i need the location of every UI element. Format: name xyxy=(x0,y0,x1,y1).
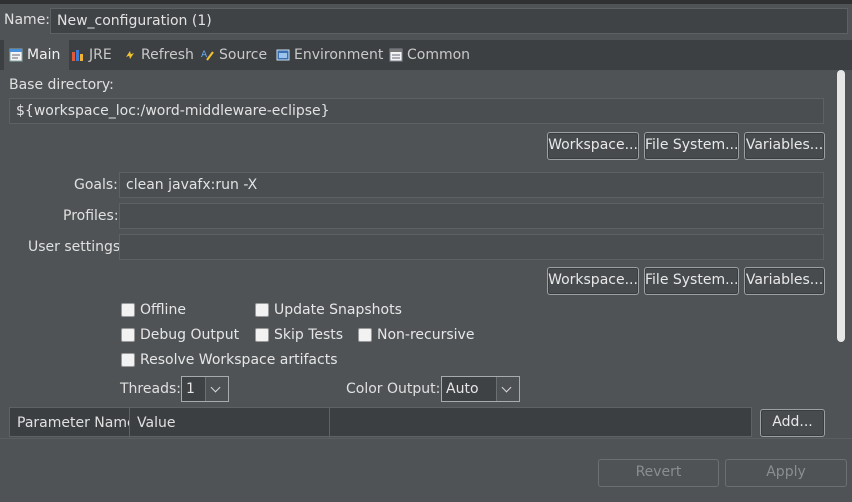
apply-button[interactable]: Apply xyxy=(725,459,847,487)
base-file-system-button[interactable]: File System... xyxy=(644,132,739,160)
color-output-value: Auto xyxy=(446,381,479,397)
update-snapshots-checkbox[interactable] xyxy=(255,303,269,317)
user-settings-input[interactable] xyxy=(119,234,824,260)
column-header-value[interactable]: Value xyxy=(130,408,330,438)
parameters-table[interactable]: Parameter Name Value xyxy=(9,407,752,438)
environment-icon xyxy=(276,48,290,62)
source-icon: A xyxy=(201,48,215,62)
tab-label: JRE xyxy=(89,47,112,63)
tab-common[interactable]: Common xyxy=(389,40,470,70)
tab-jre[interactable]: JRE xyxy=(71,40,112,70)
settings-workspace-button[interactable]: Workspace... xyxy=(547,267,639,295)
add-parameter-button[interactable]: Add... xyxy=(760,409,825,437)
tab-environment[interactable]: Environment xyxy=(276,40,383,70)
name-label: Name: xyxy=(4,12,51,28)
tab-refresh[interactable]: Refresh xyxy=(123,40,194,70)
top-border xyxy=(0,0,852,4)
skip-tests-label: Skip Tests xyxy=(274,327,344,343)
tab-label: Common xyxy=(407,47,471,63)
tab-label: Refresh xyxy=(141,47,194,63)
resolve-workspace-label: Resolve Workspace artifacts xyxy=(140,352,338,368)
tab-source[interactable]: A Source xyxy=(201,40,267,70)
tab-label: Environment xyxy=(294,47,384,63)
offline-label: Offline xyxy=(140,302,186,318)
threads-select[interactable]: 1 xyxy=(181,376,229,402)
debug-output-checkbox[interactable] xyxy=(121,328,135,342)
tab-label: Main xyxy=(27,47,61,63)
revert-button[interactable]: Revert xyxy=(598,459,719,487)
chevron-down-icon xyxy=(205,377,228,401)
base-directory-input[interactable]: ${workspace_loc:/word-middleware-eclipse… xyxy=(9,98,824,124)
scrollbar-thumb[interactable] xyxy=(837,70,845,342)
threads-label: Threads: xyxy=(120,381,181,397)
non-recursive-label: Non-recursive xyxy=(377,327,475,343)
name-input[interactable]: New_configuration (1) xyxy=(50,8,848,34)
divider xyxy=(0,438,852,439)
non-recursive-checkbox[interactable] xyxy=(358,328,372,342)
settings-file-system-button[interactable]: File System... xyxy=(644,267,739,295)
goals-input[interactable]: clean javafx:run -X xyxy=(119,172,824,198)
offline-checkbox[interactable] xyxy=(121,303,135,317)
base-variables-button[interactable]: Variables... xyxy=(744,132,825,160)
color-output-label: Color Output: xyxy=(346,381,441,397)
color-output-select[interactable]: Auto xyxy=(441,376,520,402)
common-icon xyxy=(389,48,403,62)
profiles-input[interactable] xyxy=(119,203,824,229)
skip-tests-checkbox[interactable] xyxy=(255,328,269,342)
tab-bar: Main JRE Refresh A Source Environment Co… xyxy=(0,40,852,70)
jre-icon xyxy=(71,48,85,62)
settings-variables-button[interactable]: Variables... xyxy=(744,267,825,295)
resolve-workspace-checkbox[interactable] xyxy=(121,353,135,367)
tab-label: Source xyxy=(219,47,268,63)
profiles-label: Profiles: xyxy=(63,208,119,224)
base-workspace-button[interactable]: Workspace... xyxy=(547,132,639,160)
chevron-down-icon xyxy=(496,377,519,401)
tab-main[interactable]: Main xyxy=(4,40,69,70)
user-settings-label: User settings: xyxy=(28,239,125,255)
refresh-icon xyxy=(123,48,137,62)
base-directory-label: Base directory: xyxy=(9,77,114,93)
debug-output-label: Debug Output xyxy=(140,327,240,343)
threads-value: 1 xyxy=(186,381,195,397)
main-tab-icon xyxy=(9,48,23,62)
goals-label: Goals: xyxy=(74,177,118,193)
update-snapshots-label: Update Snapshots xyxy=(274,302,402,318)
column-header-parameter-name[interactable]: Parameter Name xyxy=(10,408,130,438)
